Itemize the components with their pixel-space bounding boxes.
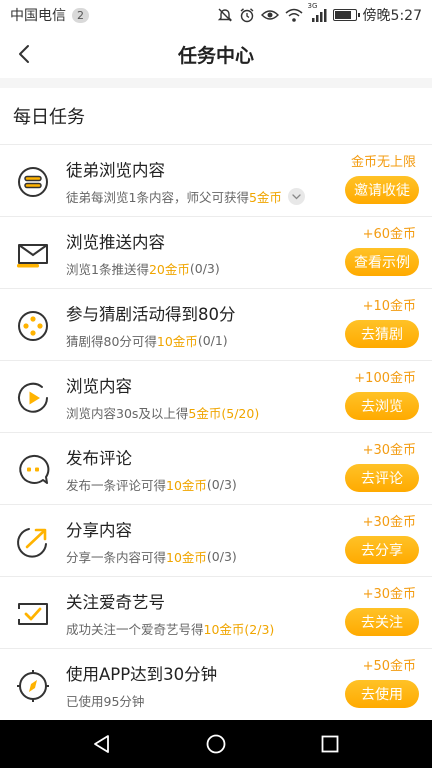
- clock: 傍晚5:27: [362, 8, 422, 24]
- task-title: 参与猜剧活动得到80分: [66, 305, 236, 324]
- task-action-button[interactable]: 去关注: [345, 608, 419, 636]
- task-desc-text: 猜剧得80分可得: [66, 334, 157, 349]
- task-row: 分享内容分享一条内容可得 10金币 (0/3) +30金币去分享: [0, 504, 432, 576]
- task-desc-reward: 10金币: [166, 550, 207, 565]
- task-description: 徒弟每浏览1条内容，师父可获得 5金币: [66, 187, 305, 206]
- task-reward: +60金币: [362, 227, 416, 242]
- system-nav-bar: [0, 720, 432, 768]
- task-row: 使用APP达到30分钟已使用95分钟 +50金币去使用: [0, 648, 432, 720]
- task-description: 浏览内容30s及以上得 5金币(5/20): [66, 403, 259, 422]
- nav-recents-button[interactable]: [310, 724, 350, 764]
- task-desc-reward: 5金币: [248, 190, 282, 205]
- task-reward: +30金币: [362, 443, 416, 458]
- task-desc-reward: 10金币: [166, 478, 207, 493]
- task-reward: +30金币: [362, 515, 416, 530]
- task-row: 关注爱奇艺号成功关注一个爱奇艺号得 10金币(2/3) +30金币去关注: [0, 576, 432, 648]
- task-row: 徒弟浏览内容徒弟每浏览1条内容，师父可获得 5金币 金币无上限邀请收徒: [0, 144, 432, 216]
- task-row: 发布评论发布一条评论可得 10金币 (0/3) +30金币去评论: [0, 432, 432, 504]
- task-title: 浏览内容: [66, 377, 132, 396]
- task-desc-progress: (0/1): [197, 333, 228, 348]
- nav-recents-icon: [321, 735, 339, 753]
- task-action-button[interactable]: 查看示例: [345, 248, 419, 276]
- task-desc-text: 发布一条评论可得: [66, 478, 167, 493]
- task-desc-progress: (0/3): [189, 261, 220, 276]
- task-action-button[interactable]: 邀请收徒: [345, 176, 419, 204]
- nav-home-button[interactable]: [196, 724, 236, 764]
- comment-icon: [19, 454, 50, 484]
- task-row: 参与猜剧活动得到80分 猜剧得80分可得 10金币 (0/1) +10金币 去猜剧: [0, 288, 432, 360]
- task-reward: 金币无上限: [350, 155, 416, 170]
- task-desc-text: 浏览1条推送得: [66, 262, 149, 277]
- carrier-name: 中国电信: [10, 8, 66, 24]
- task-description: 猜剧得80分可得 10金币 (0/1): [66, 331, 228, 350]
- task-list: 徒弟浏览内容 徒弟每浏览1条内容，师父可获得 5金币 金币无上限 邀请收徒 浏览推送内容浏…: [0, 144, 432, 720]
- task-description: 分享一条内容可得 10金币 (0/3): [66, 547, 237, 566]
- nav-back-icon: [94, 735, 109, 753]
- task-row: 浏览内容浏览内容30s及以上得 5金币(5/20) +100金币去浏览: [0, 360, 432, 432]
- battery-icon: [332, 9, 360, 21]
- task-reward: +10金币: [362, 299, 416, 314]
- task-desc-text: 徒弟每浏览1条内容，师父可获得: [66, 190, 249, 205]
- task-title: 使用APP达到30分钟: [66, 665, 218, 684]
- apprentice-icon: [18, 167, 48, 197]
- app-header: 任务中心: [0, 30, 432, 78]
- task-desc-progress: (0/3): [206, 549, 237, 564]
- task-action-button[interactable]: 去浏览: [345, 392, 419, 420]
- page-title: 任务中心: [177, 44, 254, 67]
- status-icons: 3G 傍晚5:27: [217, 2, 422, 25]
- expand-details-button[interactable]: [287, 188, 305, 205]
- status-bar: 中国电信 2 3G 傍晚5:27: [0, 0, 432, 30]
- task-reward: +50金币: [362, 659, 416, 674]
- task-desc-progress: (0/3): [206, 477, 237, 492]
- task-desc-reward: 10金币(2/3): [203, 622, 275, 637]
- task-desc-reward: 5金币(5/20): [188, 406, 260, 421]
- carrier-group: 中国电信 2: [10, 5, 89, 25]
- task-title: 浏览推送内容: [66, 233, 165, 252]
- task-row: 浏览推送内容浏览1条推送得 20金币 (0/3) +60金币查看示例: [0, 216, 432, 288]
- task-reward: +30金币: [362, 587, 416, 602]
- chevron-down-icon: [292, 193, 301, 199]
- task-desc-reward: 20金币: [148, 262, 190, 277]
- mute-icon: [217, 7, 233, 23]
- signal-icon: 3G: [308, 2, 327, 23]
- task-reward: +100金币: [354, 371, 416, 386]
- follow-icon: [16, 603, 48, 625]
- task-desc-text: 成功关注一个爱奇艺号得: [66, 622, 204, 637]
- network-type-label: 3G: [307, 2, 318, 10]
- task-desc-text: 浏览内容30s及以上得: [66, 406, 189, 421]
- play-icon: [18, 382, 48, 413]
- task-panel: 每日任务 徒弟浏览内容徒弟每浏览1条内容，师父可获得 5金币 金币无上限邀请收徒浏览…: [0, 88, 432, 720]
- task-title: 关注爱奇艺号: [66, 593, 165, 612]
- share-icon: [17, 528, 47, 558]
- nav-home-icon: [206, 734, 226, 754]
- task-title: 发布评论: [66, 449, 132, 468]
- battery-level: [334, 11, 351, 19]
- task-action-button[interactable]: 去猜剧: [345, 320, 419, 348]
- task-desc-text: 已使用95分钟: [66, 694, 145, 709]
- task-desc-reward: 10金币: [156, 334, 198, 349]
- alarm-icon: [239, 7, 255, 23]
- back-button[interactable]: [6, 36, 42, 72]
- dice-icon: [18, 311, 48, 341]
- task-action-button[interactable]: 去分享: [345, 536, 419, 564]
- task-desc-text: 分享一条内容可得: [66, 550, 167, 565]
- task-action-button[interactable]: 去评论: [345, 464, 419, 492]
- nav-back-button[interactable]: [82, 724, 122, 764]
- task-description: 浏览1条推送得 20金币 (0/3): [66, 259, 220, 278]
- chevron-left-icon: [19, 45, 29, 63]
- envelope-icon: [17, 244, 48, 268]
- eye-icon: [260, 7, 279, 23]
- compass-icon: [17, 670, 49, 702]
- task-description: 发布一条评论可得 10金币 (0/3): [66, 475, 237, 494]
- task-description: 已使用95分钟: [66, 691, 144, 710]
- task-title: 分享内容: [66, 521, 132, 540]
- task-description: 成功关注一个爱奇艺号得 10金币(2/3): [66, 619, 274, 638]
- wifi-icon: [285, 7, 303, 23]
- task-action-button[interactable]: 去使用: [345, 680, 419, 708]
- section-title-daily: 每日任务: [13, 107, 85, 128]
- task-title: 徒弟浏览内容: [66, 161, 165, 180]
- sim-badge: 2: [72, 7, 89, 23]
